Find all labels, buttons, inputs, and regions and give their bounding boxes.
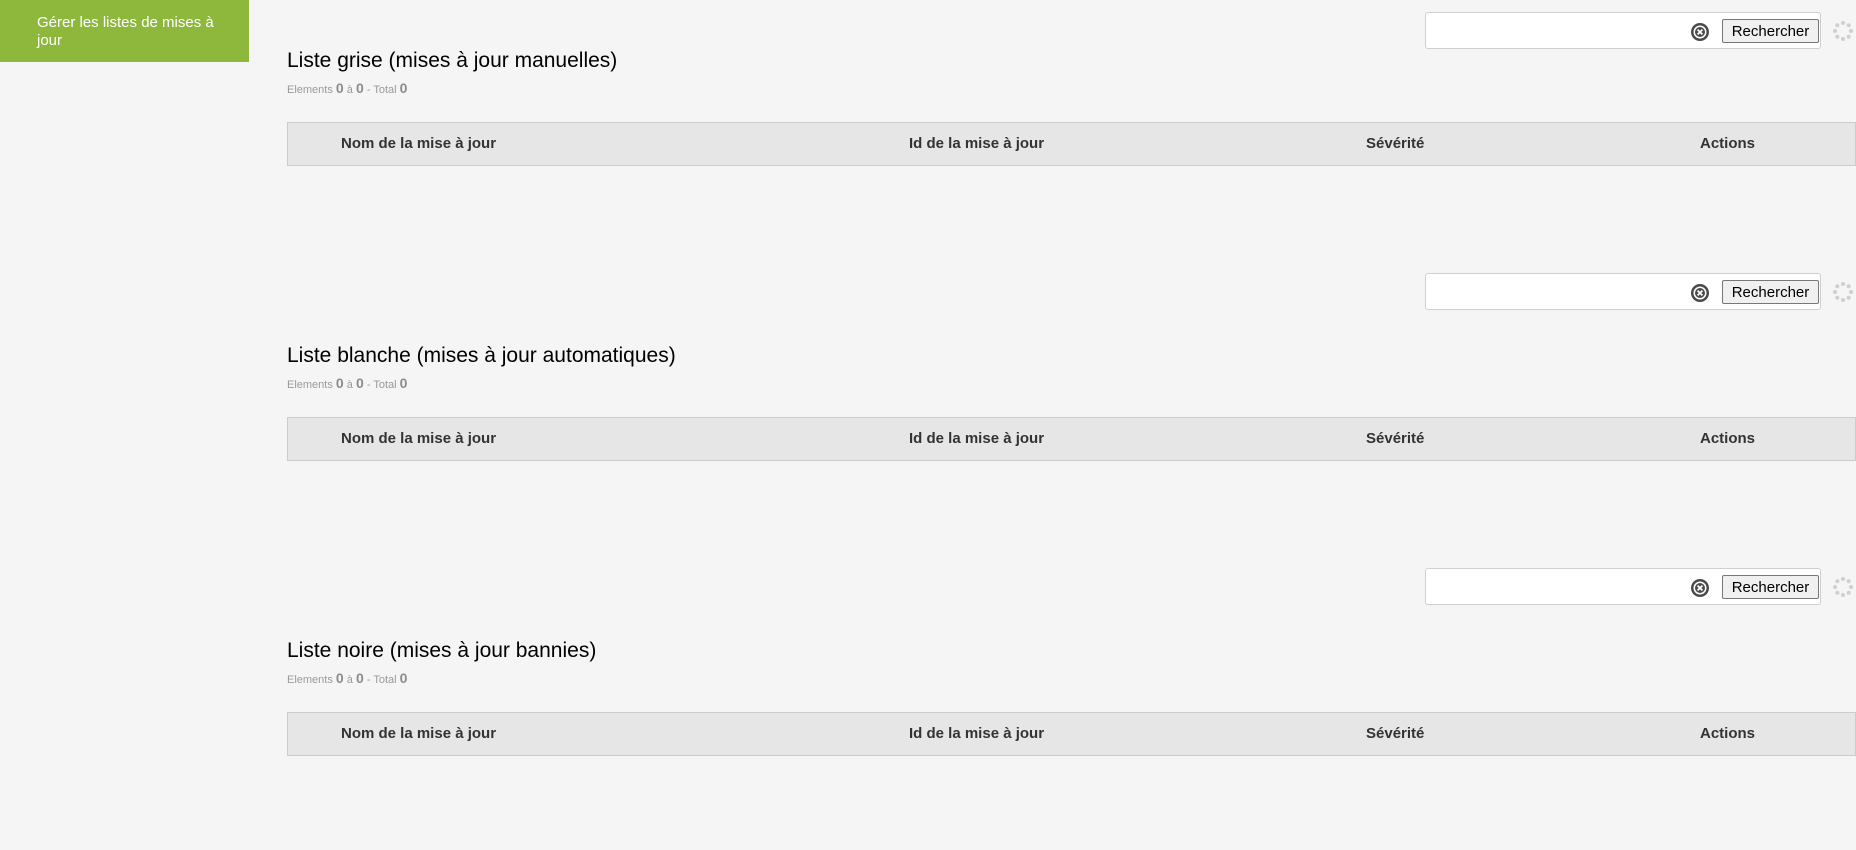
column-severity[interactable]: Sévérité: [1366, 725, 1424, 742]
white-list-title: Liste blanche (mises à jour automatiques…: [287, 344, 676, 367]
white-list-search-button[interactable]: Rechercher: [1722, 280, 1819, 304]
column-actions: Actions: [1700, 430, 1756, 447]
column-update-id[interactable]: Id de la mise à jour: [909, 430, 1044, 447]
manage-lists-label: Gérer les listes de mises à jour: [37, 14, 214, 49]
clear-search-icon[interactable]: [1690, 578, 1710, 598]
column-update-id[interactable]: Id de la mise à jour: [909, 135, 1044, 152]
white-list-table-header: Nom de la mise à jour Id de la mise à jo…: [287, 417, 1856, 461]
grey-list-title: Liste grise (mises à jour manuelles): [287, 49, 618, 72]
grey-list-search-button[interactable]: Rechercher: [1722, 19, 1819, 43]
column-actions: Actions: [1700, 135, 1756, 152]
black-list-counts: Elements 0 à 0 - Total 0: [287, 670, 408, 686]
column-update-name[interactable]: Nom de la mise à jour: [341, 725, 496, 742]
loading-spinner-icon: [1833, 21, 1853, 41]
white-list-counts: Elements 0 à 0 - Total 0: [287, 375, 408, 391]
column-severity[interactable]: Sévérité: [1366, 430, 1424, 447]
clear-search-icon[interactable]: [1690, 283, 1710, 303]
column-actions: Actions: [1700, 725, 1756, 742]
grey-list-table-header: Nom de la mise à jour Id de la mise à jo…: [287, 122, 1856, 166]
black-list-title: Liste noire (mises à jour bannies): [287, 639, 597, 662]
column-update-name[interactable]: Nom de la mise à jour: [341, 430, 496, 447]
column-severity[interactable]: Sévérité: [1366, 135, 1424, 152]
manage-lists-button[interactable]: Gérer les listes de mises à jour: [0, 0, 249, 62]
black-list-search-button[interactable]: Rechercher: [1722, 575, 1819, 599]
clear-search-icon[interactable]: [1690, 22, 1710, 42]
grey-list-counts: Elements 0 à 0 - Total 0: [287, 80, 408, 96]
column-update-name[interactable]: Nom de la mise à jour: [341, 135, 496, 152]
black-list-table-header: Nom de la mise à jour Id de la mise à jo…: [287, 712, 1856, 756]
column-update-id[interactable]: Id de la mise à jour: [909, 725, 1044, 742]
loading-spinner-icon: [1833, 282, 1853, 302]
loading-spinner-icon: [1833, 577, 1853, 597]
